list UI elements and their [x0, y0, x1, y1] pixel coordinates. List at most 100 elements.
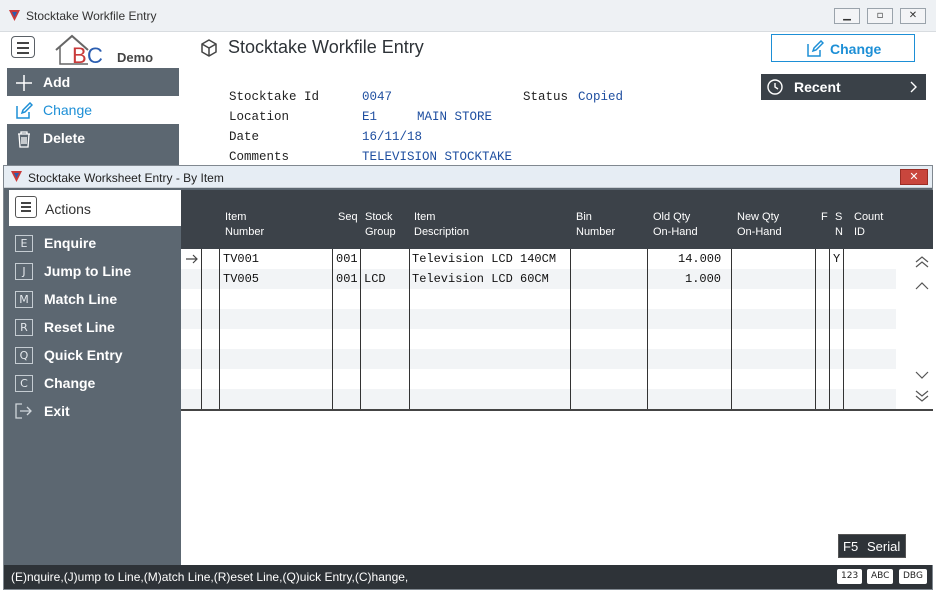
logo-letter-c: C [87, 43, 103, 66]
logo-letter-b: B [72, 43, 87, 66]
table-row[interactable] [181, 309, 896, 329]
dialog-close-button[interactable]: ✕ [900, 169, 928, 185]
nav-item-add[interactable]: Add [7, 68, 179, 96]
col-divider [409, 249, 410, 409]
action-reset-line[interactable]: R Reset Line [9, 313, 182, 341]
status-text: (E)nquire,(J)ump to Line,(M)atch Line,(R… [11, 570, 409, 584]
scroll-up-icon[interactable] [915, 280, 929, 292]
action-exit[interactable]: Exit [9, 397, 182, 425]
change-button[interactable]: Change [771, 34, 915, 62]
table-row[interactable]: TV001 001 Television LCD 140CM 14.000 Y [181, 249, 896, 269]
action-label: Change [44, 375, 96, 391]
action-label: Quick Entry [44, 347, 123, 363]
cell-item: TV005 [223, 272, 260, 286]
location-label: Location [229, 110, 290, 124]
nav-item-change[interactable]: Change [7, 96, 179, 124]
grid-header: Item Number Seq Stock Group Item Descriptio… [181, 190, 933, 249]
col-header-item-description[interactable]: Item Description [414, 210, 469, 240]
action-jump-to-line[interactable]: J Jump to Line [9, 257, 182, 285]
recent-label: Recent [794, 79, 841, 95]
scroll-last-icon[interactable] [915, 390, 929, 402]
brand-tag: Demo [117, 50, 154, 65]
cell-description: Television LCD 140CM [412, 252, 557, 266]
col-header-f[interactable]: F [821, 210, 828, 225]
col-header-seq[interactable]: Seq [338, 210, 358, 225]
action-key-icon: J [15, 263, 33, 280]
col-header-item-number[interactable]: Item Number [225, 210, 264, 240]
edit-icon [807, 40, 824, 57]
nav-item-label: Delete [43, 130, 86, 146]
maximize-button[interactable]: ▫ [867, 8, 893, 24]
actions-menu-icon [15, 196, 37, 218]
comments-value: TELEVISION STOCKTAKE [362, 150, 513, 164]
col-divider [731, 249, 732, 409]
action-quick-entry[interactable]: Q Quick Entry [9, 341, 182, 369]
col-divider [332, 249, 333, 409]
dialog-title: Stocktake Worksheet Entry - By Item [28, 171, 224, 185]
col-header-sn[interactable]: SN [835, 210, 843, 240]
action-key-icon: Q [15, 347, 33, 364]
cell-group: LCD [364, 272, 386, 286]
actions-title: Actions [45, 201, 91, 217]
actions-header[interactable]: Actions [9, 190, 182, 226]
change-button-label: Change [830, 41, 882, 57]
col-header-new-qty[interactable]: New Qty On-Hand [737, 210, 782, 240]
edit-icon [16, 102, 33, 119]
f5-key-label: F5 [843, 539, 859, 554]
side-nav: Add Change Delete [7, 68, 179, 165]
location-code: E1 [362, 110, 378, 124]
nav-item-label: Change [43, 102, 93, 118]
menu-toggle-button[interactable] [11, 36, 35, 58]
table-row[interactable] [181, 289, 896, 309]
col-header-bin-number[interactable]: Bin Number [576, 210, 615, 240]
stocktake-id-value: 0047 [362, 90, 393, 104]
col-divider [201, 249, 202, 409]
col-header-stock-group[interactable]: Stock Group [365, 210, 396, 240]
col-divider [360, 249, 361, 409]
action-key-icon: M [15, 291, 33, 308]
cell-seq: 001 [336, 252, 358, 266]
clock-icon [767, 79, 783, 95]
status-pill-123: 123 [837, 569, 863, 584]
action-match-line[interactable]: M Match Line [9, 285, 182, 313]
table-row[interactable]: TV005 001 LCD Television LCD 60CM 1.000 [181, 269, 896, 289]
cell-item: TV001 [223, 252, 260, 266]
col-divider [843, 249, 844, 409]
action-label: Enquire [44, 235, 97, 251]
date-label: Date [229, 130, 260, 144]
action-key-icon: C [15, 375, 33, 392]
action-label: Exit [44, 403, 70, 419]
status-bar: (E)nquire,(J)ump to Line,(M)atch Line,(R… [4, 565, 932, 589]
cell-seq: 001 [336, 272, 358, 286]
action-label: Reset Line [44, 319, 115, 335]
close-button[interactable]: ✕ [900, 8, 926, 24]
app-logo-icon [11, 171, 22, 182]
action-change[interactable]: C Change [9, 369, 182, 397]
action-enquire[interactable]: E Enquire [9, 229, 182, 257]
current-row-arrow-icon [186, 254, 198, 264]
house-logo-icon: B C [55, 34, 103, 68]
col-divider [647, 249, 648, 409]
scroll-down-icon[interactable] [915, 369, 929, 381]
cell-description: Television LCD 60CM [412, 272, 549, 286]
table-row[interactable] [181, 389, 896, 409]
scroll-first-icon[interactable] [915, 256, 929, 268]
col-header-count-id[interactable]: Count ID [854, 210, 883, 240]
col-header-old-qty[interactable]: Old Qty On-Hand [653, 210, 698, 240]
table-row[interactable] [181, 329, 896, 349]
table-row[interactable] [181, 349, 896, 369]
date-value: 16/11/18 [362, 130, 423, 144]
minimize-button[interactable]: ▁ [834, 8, 860, 24]
window-title: Stocktake Workfile Entry [26, 9, 157, 23]
nav-item-delete[interactable]: Delete [7, 124, 179, 152]
cell-old-qty: 1.000 [685, 272, 722, 286]
table-row[interactable] [181, 369, 896, 389]
plus-icon [16, 75, 32, 91]
page-title: Stocktake Workfile Entry [228, 37, 424, 57]
serial-button[interactable]: F5 Serial [838, 534, 906, 558]
action-label: Match Line [44, 291, 118, 307]
recent-button[interactable]: Recent [761, 74, 926, 100]
grid-bottom-border [181, 409, 933, 411]
action-label: Jump to Line [44, 263, 132, 279]
brand-logo: B C [52, 32, 114, 68]
